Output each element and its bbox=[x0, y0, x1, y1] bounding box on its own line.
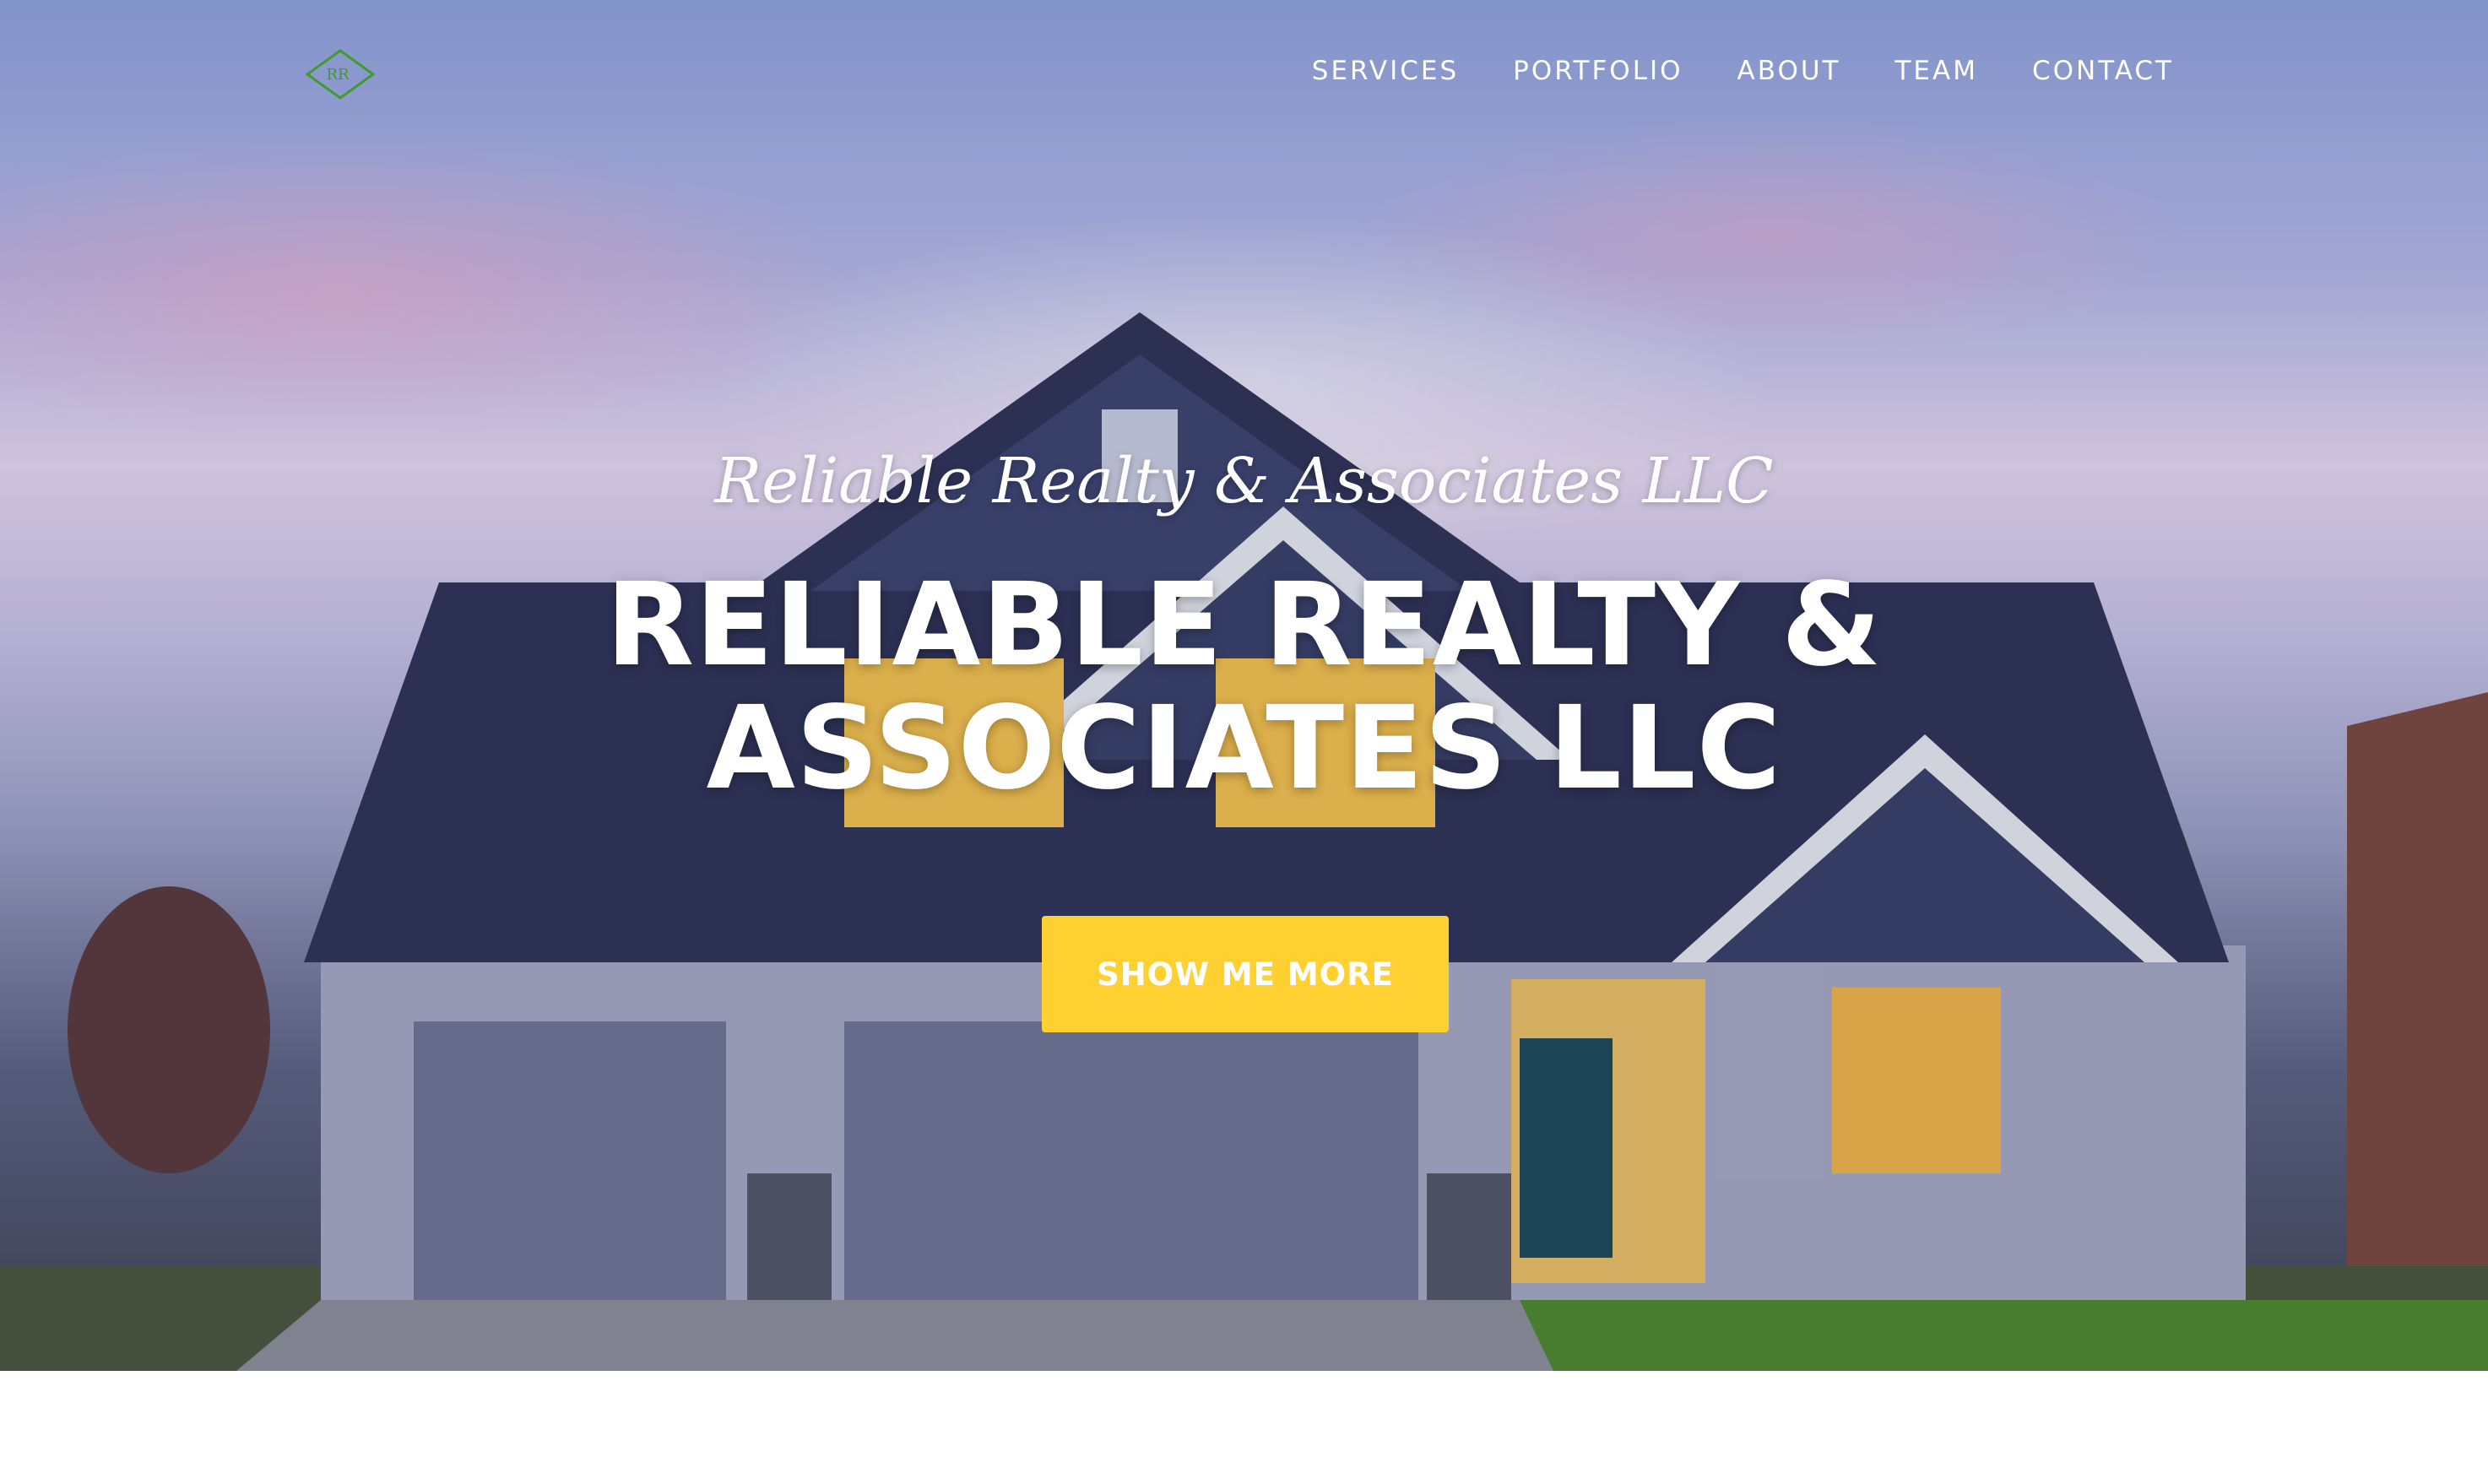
logo-text: RR bbox=[326, 66, 350, 84]
hero-subtitle: Reliable Realty & Associates LLC bbox=[714, 445, 1774, 517]
nav-services[interactable]: SERVICES bbox=[1312, 52, 1459, 89]
main-nav: SERVICES PORTFOLIO ABOUT TEAM CONTACT bbox=[1312, 52, 2174, 89]
show-me-more-button[interactable]: SHOW ME MORE bbox=[1042, 916, 1449, 1032]
logo-icon[interactable]: RR bbox=[305, 49, 376, 100]
diamond-logo-icon: RR bbox=[305, 49, 376, 100]
headline-line-2: ASSOCIATES LLC bbox=[706, 682, 1782, 815]
nav-about[interactable]: ABOUT bbox=[1737, 52, 1841, 89]
hero-headline: RELIABLE REALTY & ASSOCIATES LLC bbox=[473, 564, 2015, 810]
headline-line-1: RELIABLE REALTY & bbox=[605, 559, 1883, 692]
nav-team[interactable]: TEAM bbox=[1895, 52, 1978, 89]
nav-contact[interactable]: CONTACT bbox=[2032, 52, 2174, 89]
nav-portfolio[interactable]: PORTFOLIO bbox=[1513, 52, 1683, 89]
